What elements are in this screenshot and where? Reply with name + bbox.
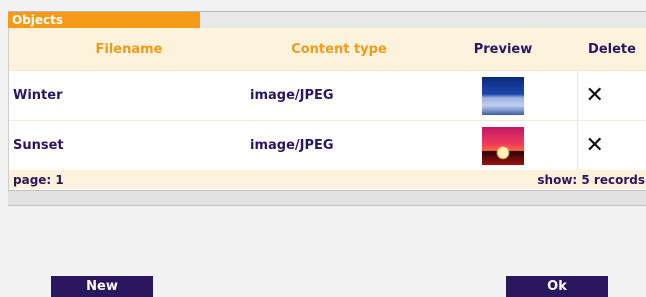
new-button[interactable]: New (51, 276, 153, 297)
filename-cell[interactable]: Sunset (9, 120, 249, 170)
close-icon[interactable]: ✕ (586, 83, 604, 108)
tab-objects[interactable]: Objects (8, 12, 200, 29)
ok-button[interactable]: Ok (506, 276, 608, 297)
objects-grid: Filename Content type Preview Delete Win… (8, 28, 646, 202)
filename-cell[interactable]: Winter (9, 70, 249, 121)
objects-table: Filename Content type Preview Delete Win… (9, 28, 646, 189)
winter-thumbnail[interactable] (481, 76, 524, 115)
table-header-row: Filename Content type Preview Delete (9, 28, 646, 71)
column-header-delete: Delete (577, 28, 646, 71)
column-header-filename[interactable]: Filename (9, 28, 249, 71)
column-header-content-type[interactable]: Content type (249, 28, 429, 71)
separator-bar (8, 190, 646, 206)
sunset-thumbnail[interactable] (481, 126, 524, 165)
page-indicator: page: 1 (9, 170, 429, 189)
tab-bar: Objects (8, 11, 646, 29)
content-type-cell: image/JPEG (249, 70, 429, 121)
preview-cell (429, 70, 577, 121)
column-header-preview: Preview (429, 28, 577, 71)
preview-cell (429, 120, 577, 170)
close-icon[interactable]: ✕ (586, 133, 604, 158)
table-row[interactable]: Winter image/JPEG ✕ (9, 70, 646, 121)
content-type-cell: image/JPEG (249, 120, 429, 170)
delete-cell: ✕ (576, 120, 646, 170)
delete-cell: ✕ (576, 70, 646, 121)
table-row[interactable]: Sunset image/JPEG ✕ (9, 120, 646, 170)
records-per-page[interactable]: show: 5 records (429, 170, 646, 189)
pagination-row: page: 1 show: 5 records (9, 170, 646, 189)
